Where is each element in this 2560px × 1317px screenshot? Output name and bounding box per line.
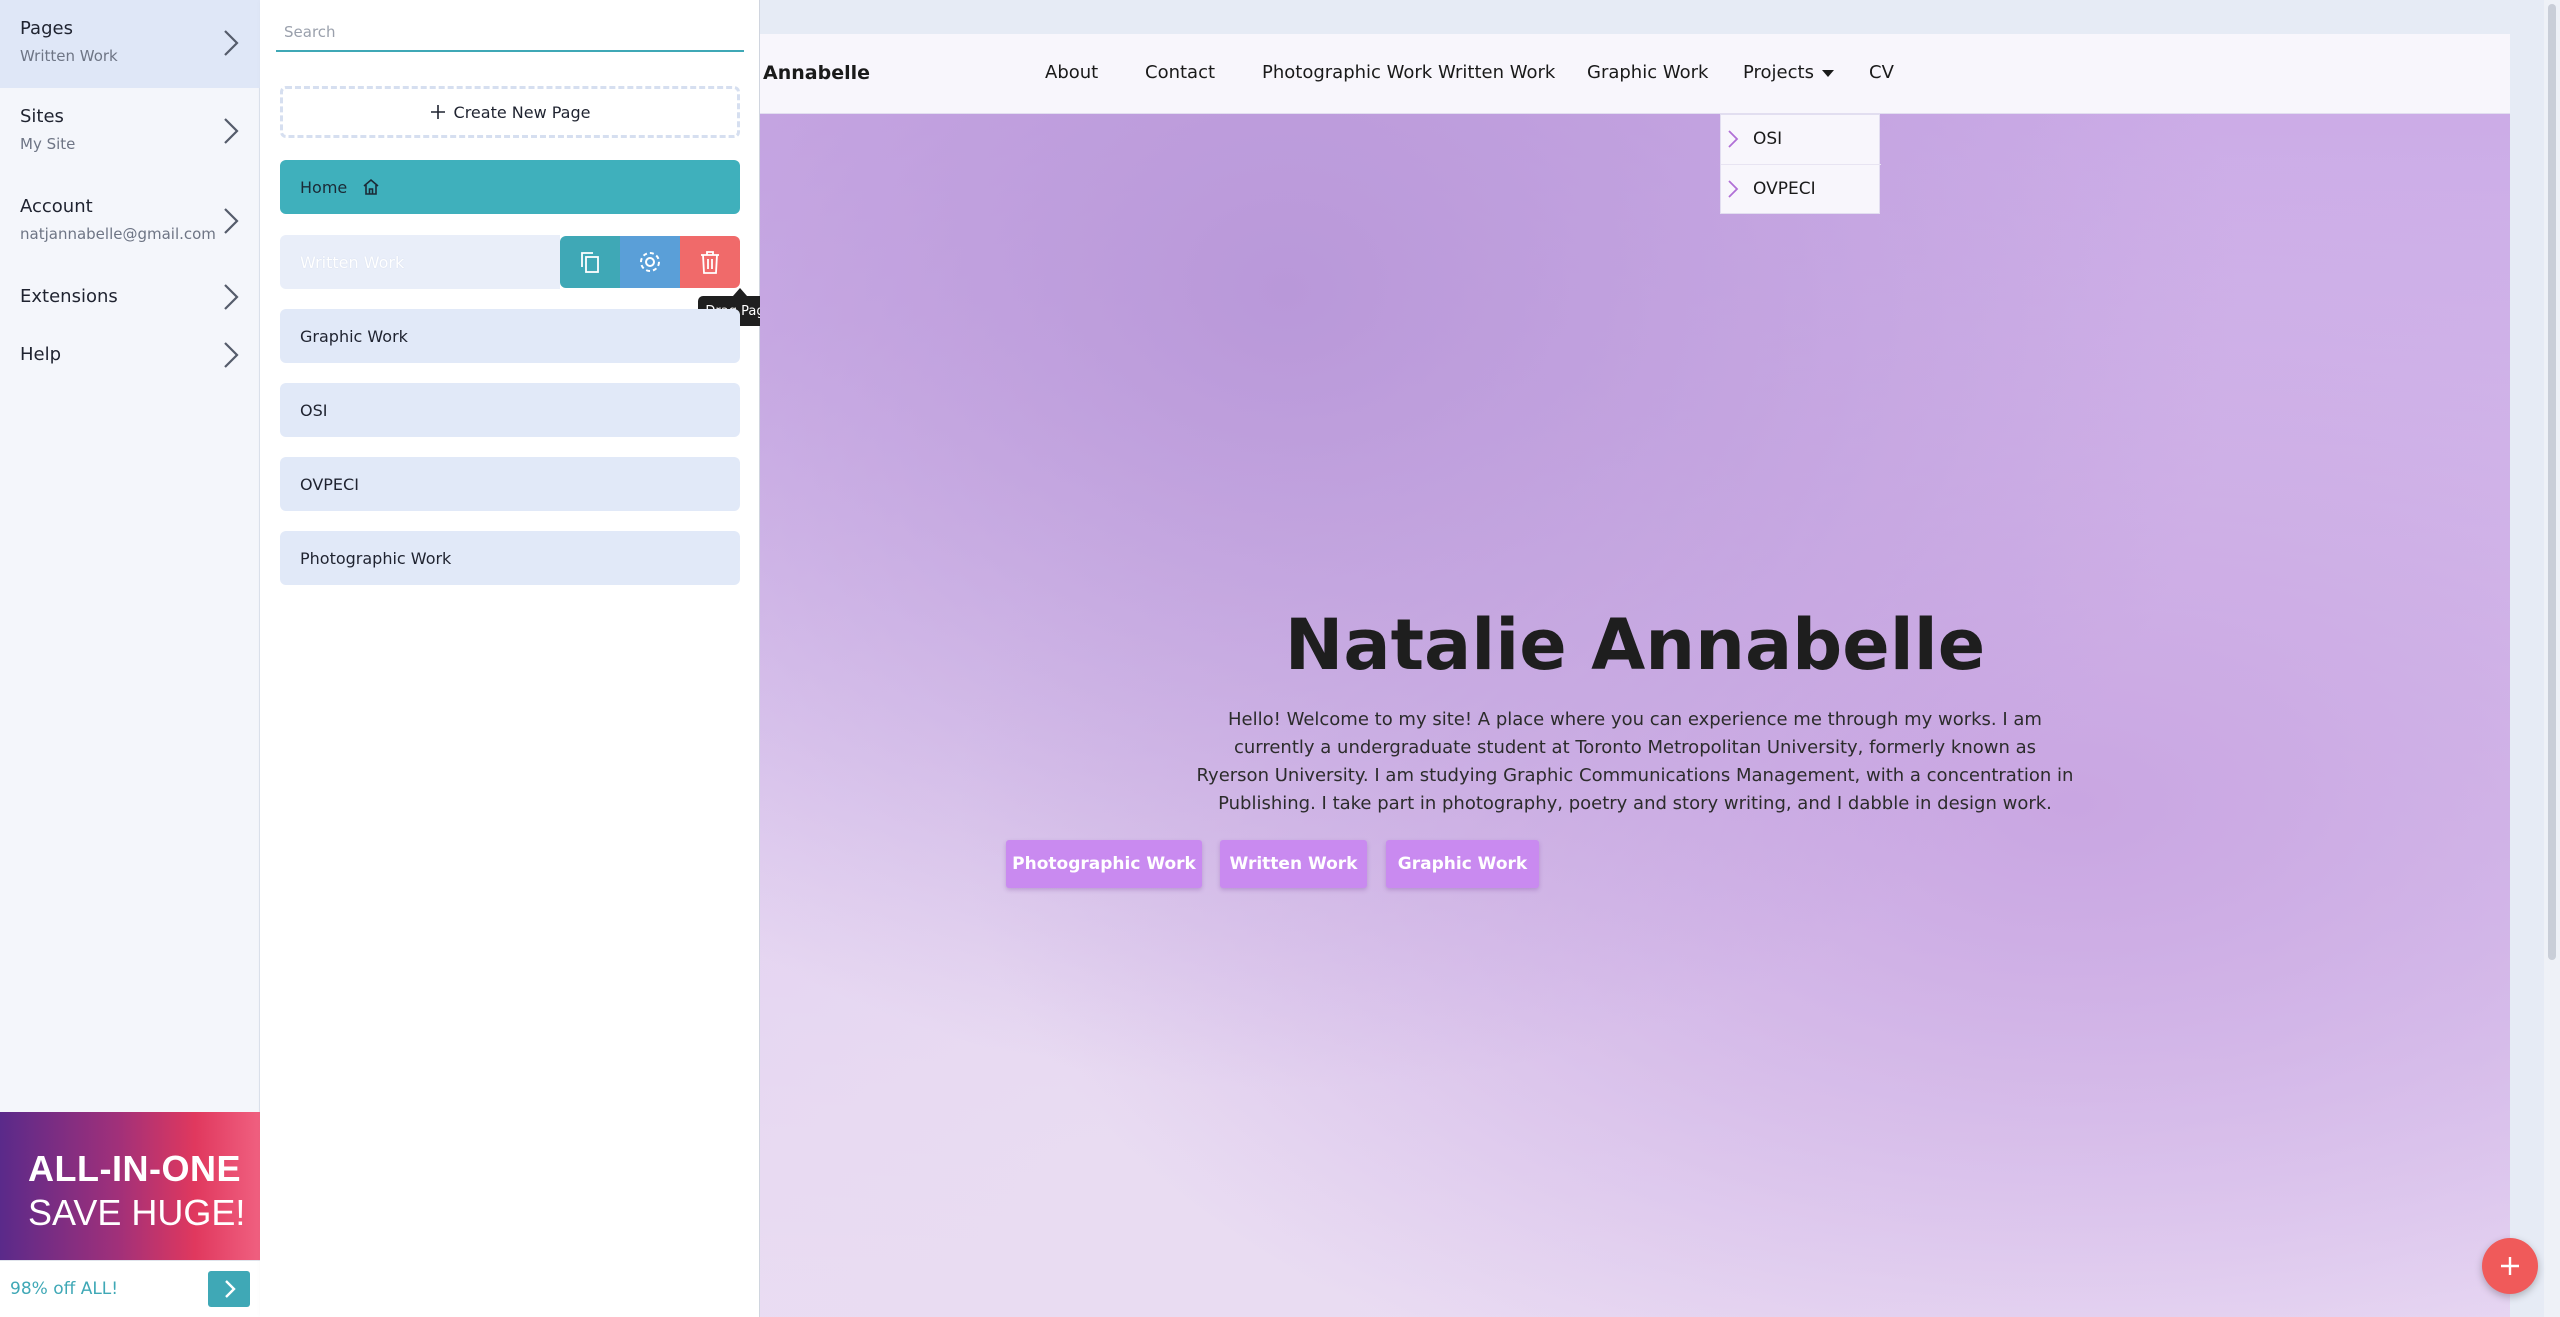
delete-page-button[interactable] [680,236,740,288]
chevron-right-icon [1728,180,1739,198]
hero-text: Hello! Welcome to my site! A place where… [1196,709,2074,814]
menu-photographic-work[interactable]: Photographic Work [1262,62,1432,83]
preview-scrollbar[interactable] [2544,0,2560,1317]
chevron-right-icon [224,118,239,144]
cta-written-work-button[interactable]: Written Work [1220,840,1367,888]
gear-icon [640,252,660,272]
duplicate-page-button[interactable] [560,236,620,288]
nav-item-account[interactable]: Account natjannabelle@gmail.com [0,178,260,266]
cta-photographic-work-button[interactable]: Photographic Work [1006,840,1202,888]
nav-item-title: Sites [20,106,64,127]
nav-item-title: Extensions [20,286,118,307]
menu-graphic-work[interactable]: Graphic Work [1587,62,1708,83]
page-item-photographic-work[interactable]: Photographic Work [280,531,740,585]
promo-offer-bar: 98% off ALL! [0,1260,260,1317]
page-item-label: Home [300,177,348,197]
chevron-right-icon [224,30,239,56]
chevron-right-icon [224,342,239,368]
hero-title: Natalie Annabelle [1284,604,1986,686]
site-header: Natalie Annabelle About Contact Photogra… [760,34,2510,114]
page-item-osi[interactable]: OSI [280,383,740,437]
dropdown-item-ovpeci[interactable]: OVPECI [1721,165,1881,215]
site-canvas: Natalie Annabelle About Contact Photogra… [760,34,2510,1317]
page-item-written-work[interactable]: Written Work [280,235,560,289]
nav-item-title: Account [20,196,93,217]
copy-icon [581,252,599,273]
page-item-label: OVPECI [300,474,359,494]
nav-item-subtitle: My Site [20,135,76,153]
chevron-right-icon [224,208,239,234]
nav-item-title: Help [20,344,62,365]
nav-item-title: Pages [20,18,73,39]
create-new-page-button[interactable]: Create New Page [280,86,740,138]
promo-offer-text: 98% off ALL! [10,1279,119,1299]
dropdown-item-label: OVPECI [1753,179,1816,199]
page-item-graphic-work[interactable]: Graphic Work [280,309,740,363]
nav-item-subtitle: Written Work [20,47,118,65]
page-item-label: Graphic Work [300,326,408,346]
chevron-right-icon [224,284,239,310]
promo-go-button[interactable] [208,1271,250,1307]
nav-item-extensions[interactable]: Extensions [0,268,260,328]
caret-down-icon [1821,69,1834,77]
left-navigation: Pages Written Work Sites My Site Account… [0,0,260,1317]
menu-projects[interactable]: Projects [1743,62,1834,83]
add-element-button[interactable] [2482,1238,2538,1294]
dropdown-item-label: OSI [1753,129,1783,149]
projects-dropdown: OSI OVPECI [1720,114,1881,215]
menu-projects-label: Projects [1743,62,1814,83]
promo-subheadline: SAVE HUGE! [28,1192,246,1233]
dropdown-item-osi[interactable]: OSI [1721,115,1881,165]
nav-item-help[interactable]: Help [0,326,260,386]
page-item-home[interactable]: Home [280,160,740,214]
page-item-label: Written Work [300,252,405,272]
plus-icon [430,105,445,119]
promo-headline: ALL-IN-ONE [28,1148,241,1189]
nav-item-pages[interactable]: Pages Written Work [0,0,260,88]
menu-about[interactable]: About [1045,62,1098,83]
trash-icon [701,251,719,274]
nav-item-sites[interactable]: Sites My Site [0,88,260,176]
cta-graphic-work-button[interactable]: Graphic Work [1386,840,1539,888]
scrollbar-thumb[interactable] [2548,4,2556,960]
chevron-right-icon [225,1280,236,1298]
home-icon [363,178,379,195]
page-row-actions [560,236,740,288]
site-preview: Natalie Annabelle About Contact Photogra… [760,0,2560,1317]
menu-cv[interactable]: CV [1869,62,1894,83]
promo-banner[interactable]: ALL-IN-ONE SAVE HUGE! [0,1112,260,1260]
create-new-page-label: Create New Page [453,102,591,122]
menu-contact[interactable]: Contact [1145,62,1215,83]
menu-written-work[interactable]: Written Work [1438,62,1555,83]
chevron-right-icon [1728,130,1739,148]
page-item-label: OSI [300,400,328,420]
page-settings-button[interactable] [620,236,680,288]
pages-panel: Create New Page Home Written Work Drag P… [260,0,780,1317]
page-item-ovpeci[interactable]: OVPECI [280,457,740,511]
page-item-label: Photographic Work [300,548,452,568]
plus-icon [2501,1257,2519,1275]
nav-item-subtitle: natjannabelle@gmail.com [20,225,216,243]
search-input[interactable] [276,14,744,52]
site-brand[interactable]: Natalie Annabelle [760,62,870,84]
